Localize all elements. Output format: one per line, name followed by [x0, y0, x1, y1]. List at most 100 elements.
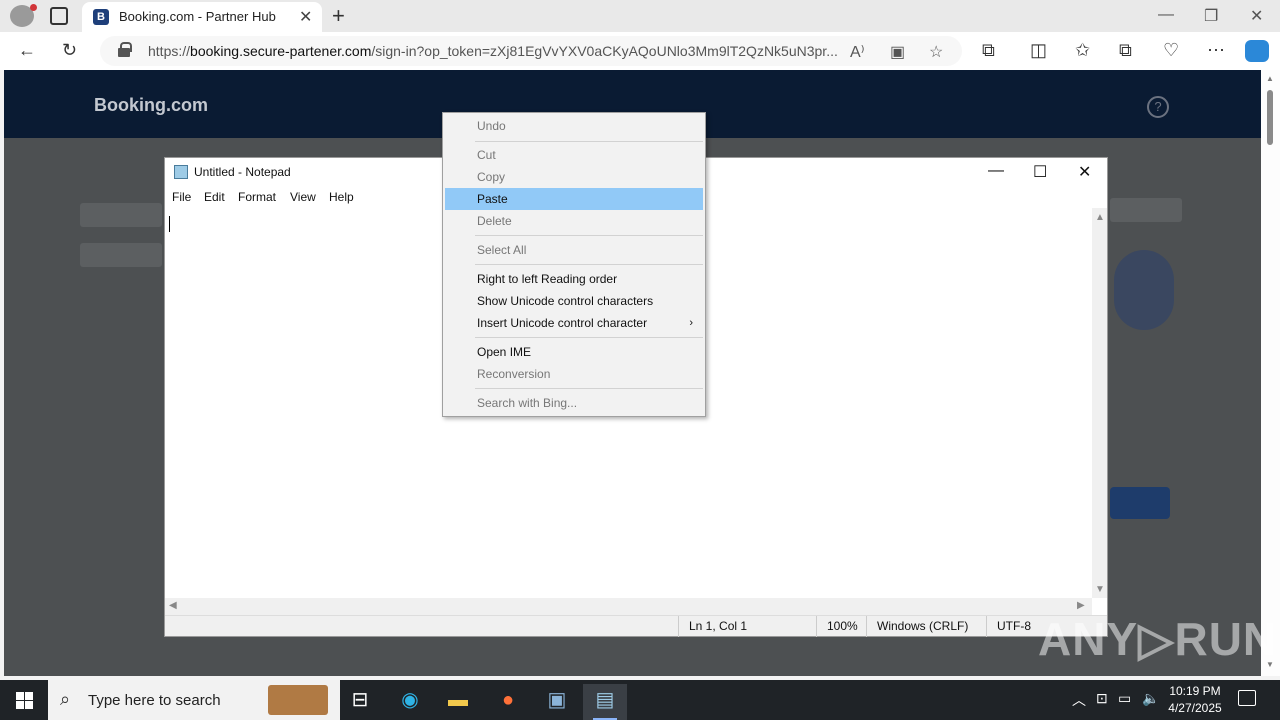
restore-icon[interactable]: ❐: [1204, 6, 1218, 26]
context-menu: Undo Cut Copy Paste Delete Select All Ri…: [442, 112, 706, 417]
taskbar: ⌕ Type here to search ⊟ ◉ ▬ ● ▣ ▤ ︿ ⊡ ▭ …: [0, 680, 1280, 720]
menu-separator: [475, 264, 703, 265]
menu-item-open-ime[interactable]: Open IME: [445, 341, 703, 363]
url-host: booking.secure-partener.com: [190, 43, 372, 59]
menu-item-show-unicode-control[interactable]: Show Unicode control characters: [445, 290, 703, 312]
scroll-up-icon[interactable]: ▲: [1266, 74, 1274, 83]
notepad-taskbar-icon[interactable]: ▤: [583, 684, 627, 720]
menu-item-insert-unicode-label: Insert Unicode control character: [477, 316, 648, 330]
menu-separator: [475, 388, 703, 389]
status-position: Ln 1, Col 1: [678, 616, 816, 637]
help-icon[interactable]: ?: [1147, 96, 1169, 118]
favorite-star-icon[interactable]: ☆: [929, 42, 943, 62]
menu-item-copy[interactable]: Copy: [445, 166, 703, 188]
url-path: /sign-in?op_token=zXj81EgVvYXV0aCKyAQoUN…: [371, 43, 838, 59]
status-zoom: 100%: [816, 616, 866, 637]
menu-help[interactable]: Help: [329, 190, 354, 204]
submenu-arrow-icon: ›: [689, 317, 693, 329]
illustration: [1114, 250, 1174, 330]
page-button[interactable]: [1110, 487, 1170, 519]
notepad-title: Untitled - Notepad: [194, 165, 291, 179]
menu-separator: [475, 141, 703, 142]
search-highlight-image: [268, 685, 328, 715]
url-scheme: https://: [148, 43, 191, 59]
notepad-close-icon[interactable]: ✕: [1078, 162, 1091, 182]
browser-tab[interactable]: B Booking.com - Partner Hub ✕: [82, 2, 322, 32]
app-window-icon[interactable]: ▣: [535, 684, 579, 720]
menu-item-insert-unicode-control[interactable]: Insert Unicode control character ›: [445, 312, 703, 334]
lock-icon[interactable]: [118, 42, 132, 57]
network-icon[interactable]: ▭: [1118, 690, 1131, 707]
menu-edit[interactable]: Edit: [204, 190, 225, 204]
notepad-vertical-scrollbar[interactable]: ▲ ▼: [1092, 208, 1107, 598]
clock-date: 4/27/2025: [1168, 701, 1222, 715]
menu-item-delete[interactable]: Delete: [445, 210, 703, 232]
url-text[interactable]: https://booking.secure-partener.com/sign…: [148, 43, 838, 59]
volume-icon[interactable]: 🔈: [1142, 690, 1159, 707]
file-explorer-icon[interactable]: ▬: [436, 684, 480, 720]
heading-placeholder: [80, 203, 162, 227]
tray-app-icon[interactable]: ⊡: [1096, 690, 1108, 707]
menu-item-reconversion[interactable]: Reconversion: [445, 363, 703, 385]
text-caret: [169, 216, 170, 232]
search-icon: ⌕: [60, 689, 71, 709]
page-scrollbar[interactable]: ▲ ▼: [1261, 70, 1280, 676]
scroll-thumb[interactable]: [1267, 90, 1273, 145]
address-bar[interactable]: https://booking.secure-partener.com/sign…: [100, 36, 962, 66]
collections-icon[interactable]: ⧉: [1119, 40, 1132, 61]
menu-item-cut[interactable]: Cut: [445, 144, 703, 166]
immersive-reader-icon[interactable]: ▣: [890, 42, 905, 62]
close-icon[interactable]: ✕: [1250, 6, 1263, 26]
notepad-horizontal-scrollbar[interactable]: ◀ ▶: [165, 598, 1092, 615]
extensions-icon[interactable]: ⧉: [982, 40, 995, 61]
new-tab-icon[interactable]: +: [332, 3, 345, 29]
notepad-maximize-icon[interactable]: ☐: [1033, 162, 1047, 182]
notepad-statusbar: Ln 1, Col 1 100% Windows (CRLF) UTF-8: [165, 615, 1107, 637]
menu-item-rtl-reading-order[interactable]: Right to left Reading order: [445, 268, 703, 290]
read-aloud-icon[interactable]: A⁾: [850, 42, 865, 62]
search-placeholder: Type here to search: [88, 692, 221, 709]
notification-icon[interactable]: [1238, 690, 1256, 706]
menu-item-paste[interactable]: Paste: [445, 188, 703, 210]
tab-actions-icon[interactable]: [50, 7, 68, 25]
windows-start-icon[interactable]: [16, 692, 33, 709]
notepad-minimize-icon[interactable]: —: [988, 162, 1004, 180]
scroll-right-icon[interactable]: ▶: [1077, 600, 1085, 611]
menu-separator: [475, 235, 703, 236]
scroll-left-icon[interactable]: ◀: [169, 600, 177, 611]
firefox-icon[interactable]: ●: [486, 684, 530, 720]
menu-view[interactable]: View: [290, 190, 316, 204]
taskbar-clock[interactable]: 10:19 PM 4/27/2025: [1160, 683, 1230, 717]
menu-item-search-bing[interactable]: Search with Bing...: [445, 392, 703, 414]
browser-navbar: ← ↻ https://booking.secure-partener.com/…: [0, 32, 1280, 70]
back-icon[interactable]: ←: [18, 40, 36, 61]
tray-overflow-icon[interactable]: ︿: [1072, 690, 1086, 710]
profile-avatar-icon[interactable]: [10, 4, 37, 27]
notepad-icon: [174, 165, 188, 179]
tab-title: Booking.com - Partner Hub: [119, 9, 276, 24]
heading-placeholder: [80, 243, 162, 267]
clock-time: 10:19 PM: [1169, 684, 1221, 698]
status-line-ending: Windows (CRLF): [866, 616, 986, 637]
browser-essentials-icon[interactable]: ♡: [1163, 40, 1179, 61]
menu-item-select-all[interactable]: Select All: [445, 239, 703, 261]
tab-close-icon[interactable]: ✕: [299, 7, 312, 27]
split-screen-icon[interactable]: ◫: [1030, 40, 1047, 61]
menu-separator: [475, 337, 703, 338]
booking-logo[interactable]: Booking.com: [94, 95, 208, 116]
refresh-icon[interactable]: ↻: [62, 40, 77, 61]
task-view-icon[interactable]: ⊟: [338, 684, 382, 720]
minimize-icon[interactable]: —: [1158, 6, 1174, 24]
scroll-up-icon[interactable]: ▲: [1095, 212, 1105, 223]
copilot-icon[interactable]: [1245, 40, 1269, 62]
favorites-icon[interactable]: ✩: [1075, 40, 1090, 61]
more-menu-icon[interactable]: ⋯: [1207, 40, 1225, 61]
scroll-down-icon[interactable]: ▼: [1095, 584, 1105, 595]
content-placeholder: [1110, 198, 1182, 222]
menu-format[interactable]: Format: [238, 190, 276, 204]
menu-item-undo[interactable]: Undo: [445, 115, 703, 137]
edge-icon[interactable]: ◉: [388, 684, 432, 720]
menu-file[interactable]: File: [172, 190, 191, 204]
booking-favicon-icon: B: [93, 9, 109, 25]
taskbar-search-box[interactable]: ⌕ Type here to search: [48, 680, 340, 720]
